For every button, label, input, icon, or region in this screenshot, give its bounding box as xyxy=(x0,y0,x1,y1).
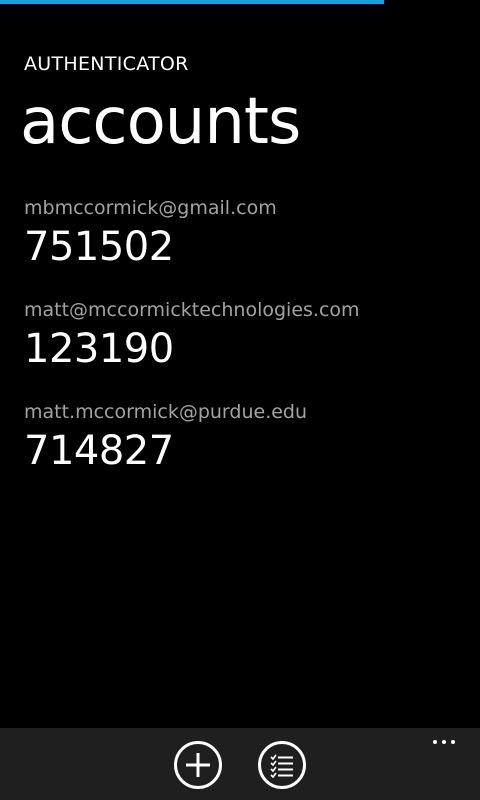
app-title: AUTHENTICATOR xyxy=(24,53,189,75)
account-email: matt.mccormick@purdue.edu xyxy=(24,401,308,423)
code-timer-progress xyxy=(0,0,480,4)
page-title: accounts xyxy=(20,85,301,159)
authenticator-screen: AUTHENTICATOR accounts mbmccormick@gmail… xyxy=(0,0,480,800)
add-account-button[interactable] xyxy=(174,741,222,789)
code-timer-progress-fill xyxy=(0,0,384,4)
account-item[interactable]: matt@mccormicktechnologies.com 123190 xyxy=(24,298,464,400)
checklist-icon xyxy=(270,754,293,779)
app-bar xyxy=(0,728,480,800)
account-email: mbmccormick@gmail.com xyxy=(24,197,277,219)
account-code: 714827 xyxy=(24,428,174,474)
account-email: matt@mccormicktechnologies.com xyxy=(24,299,360,321)
plus-icon xyxy=(186,753,210,777)
ellipsis-dot xyxy=(433,740,437,744)
select-accounts-button[interactable] xyxy=(258,741,306,789)
accounts-list: mbmccormick@gmail.com 751502 matt@mccorm… xyxy=(24,196,464,502)
ellipsis-dot xyxy=(442,740,446,744)
ellipsis-dot xyxy=(451,740,455,744)
account-code: 123190 xyxy=(24,326,174,372)
account-code: 751502 xyxy=(24,224,174,270)
account-item[interactable]: mbmccormick@gmail.com 751502 xyxy=(24,196,464,298)
account-item[interactable]: matt.mccormick@purdue.edu 714827 xyxy=(24,400,464,502)
ellipsis-icon[interactable] xyxy=(424,732,464,752)
